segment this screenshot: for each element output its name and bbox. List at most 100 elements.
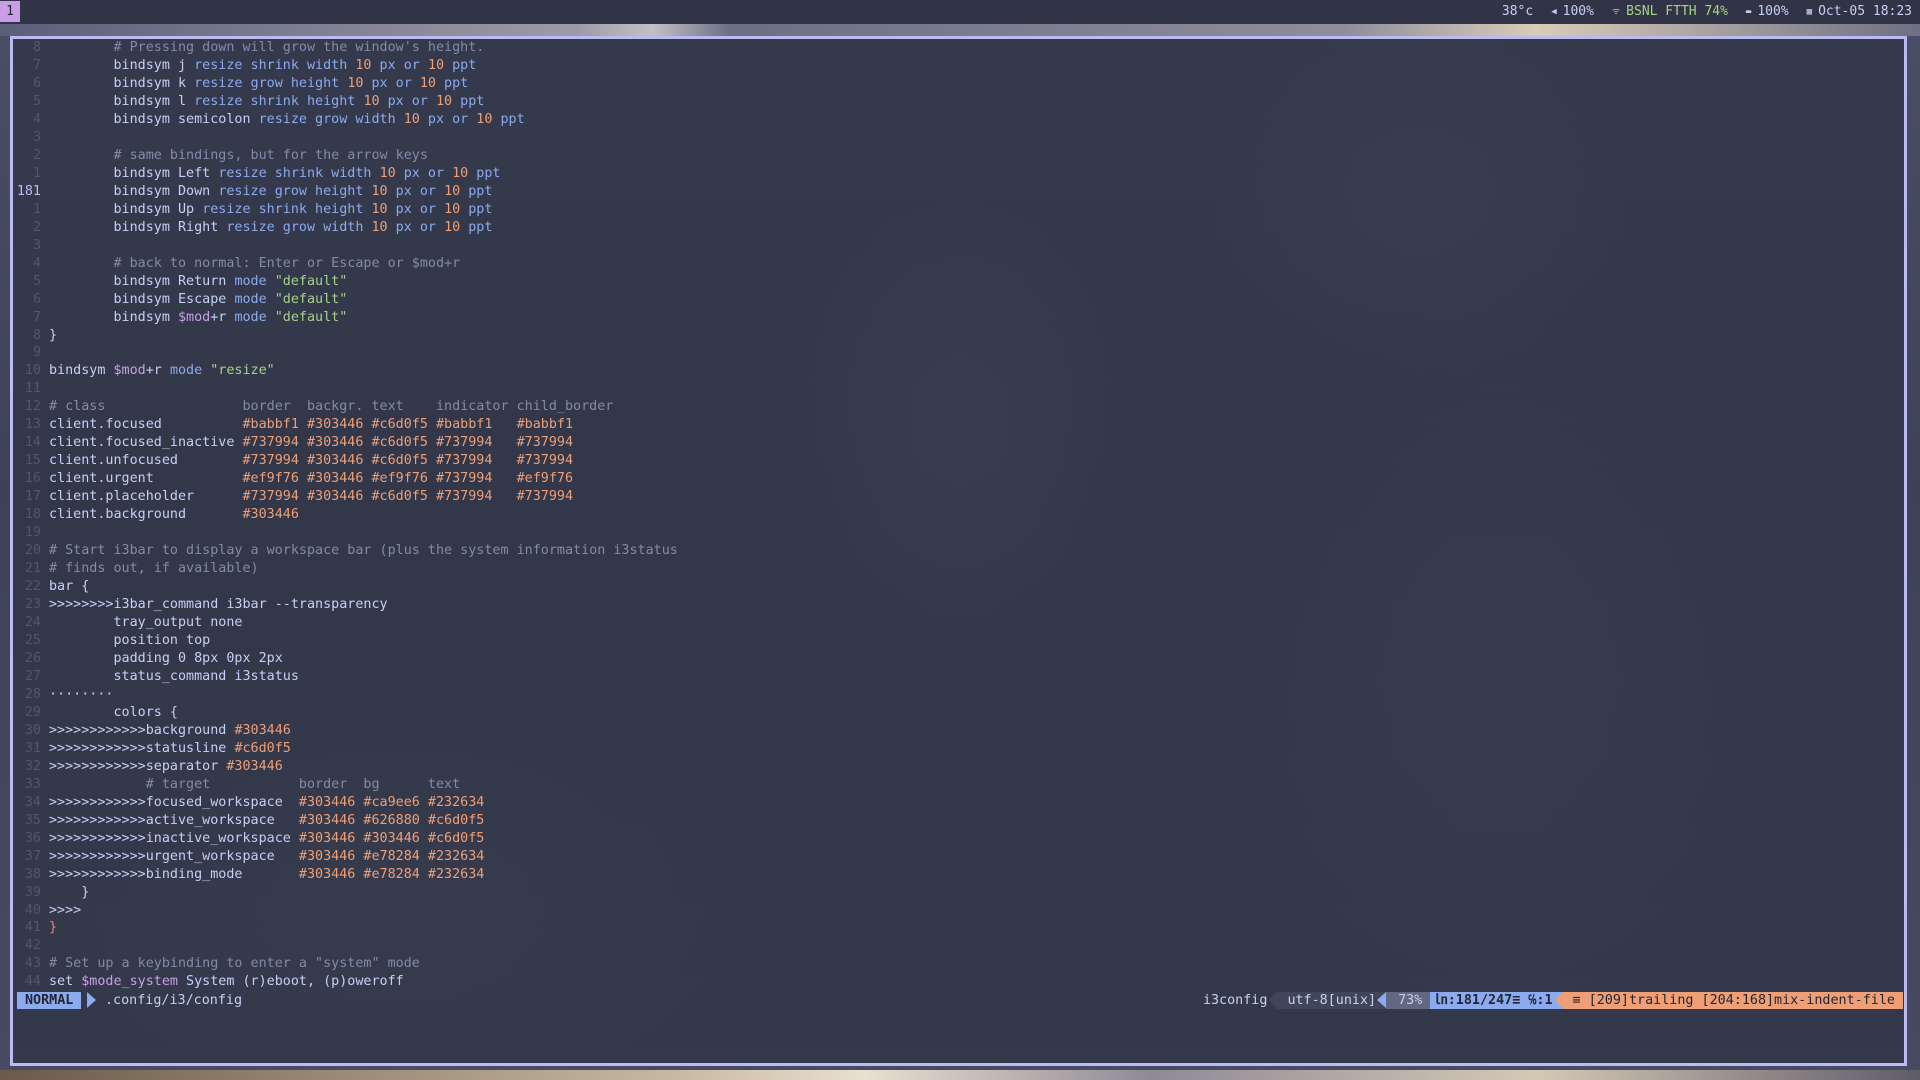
code-line[interactable]: 22 bar { [13,578,1904,596]
code-line[interactable]: 13 client.focused #babbf1 #303446 #c6d0f5… [13,416,1904,434]
line-text: # Pressing down will grow the window's h… [49,39,485,57]
code-line[interactable]: 29 colors { [13,704,1904,722]
code-line[interactable]: 4 bindsym semicolon resize grow width 10… [13,111,1904,129]
line-number: 9 [32,345,41,361]
code-line[interactable]: 7 bindsym j resize shrink width 10 px or… [13,57,1904,75]
code-token: "default" [274,309,348,325]
line-number: 6 [32,291,41,307]
code-line[interactable]: 24 tray_output none [13,614,1904,632]
code-line[interactable]: 40 >>>> [13,902,1904,920]
code-token: bindsym Escape [49,291,235,307]
code-line[interactable]: 36 >>>>>>>>>>>>inactive_workspace #303446… [13,830,1904,848]
code-line[interactable]: 6 bindsym Escape mode "default" [13,291,1904,309]
code-line[interactable]: 8 # Pressing down will grow the window's… [13,39,1904,57]
code-token: #c6d0f5 [234,740,291,756]
code-line[interactable]: 43 # Set up a keybinding to enter a "syst… [13,955,1904,973]
line-text: } [49,884,89,902]
code-token: #303446 [298,866,356,882]
code-line[interactable]: 5 bindsym l resize shrink height 10 px o… [13,93,1904,111]
code-line[interactable]: 41} [13,919,1904,937]
statusline-right: i3config utf-8[unix] 73% ㏑:181/247≡ ℅:1 … [1193,992,1903,1009]
code-line[interactable]: 35 >>>>>>>>>>>>active_workspace #303446 #… [13,812,1904,830]
code-token: bindsym Return [49,273,235,289]
code-line[interactable]: 181 bindsym Down resize grow height 10 p… [13,183,1904,201]
code-line[interactable]: 38 >>>>>>>>>>>>binding_mode #303446 #e782… [13,866,1904,884]
line-number: 1 [32,165,41,181]
code-line[interactable]: 1 bindsym Left resize shrink width 10 px… [13,165,1904,183]
code-line[interactable]: 26 padding 0 8px 0px 2px [13,650,1904,668]
code-token: "default" [274,291,348,307]
code-token: ppt [460,201,493,217]
code-line[interactable]: 23 >>>>>>>>i3bar_command i3bar --transpar… [13,596,1904,614]
code-token: >>>>>>>>>>>>separator [49,758,227,774]
code-token: #232634 [427,794,485,810]
code-line[interactable]: 2 bindsym Right resize grow width 10 px … [13,219,1904,237]
code-line[interactable]: 4 # back to normal: Enter or Escape or $… [13,255,1904,273]
workspace-button-1[interactable]: 1 [0,1,20,22]
code-line[interactable]: 25 position top [13,632,1904,650]
code-line[interactable]: 10 bindsym $mod+r mode "resize" [13,362,1904,380]
cursor-position: ㏑:181/247≡ ℅:1 [1430,992,1563,1009]
line-number: 23 [24,597,41,613]
code-line[interactable]: 27 status_command i3status [13,668,1904,686]
volume-status[interactable]: ◀ 100% [1551,0,1594,24]
line-number: 11 [24,381,41,397]
line-number: 5 [32,273,41,289]
line-number: 34 [24,794,41,810]
code-token: #303446 [306,435,364,451]
code-line[interactable]: 33 # target border bg text [13,776,1904,794]
line-number: 4 [32,111,41,127]
line-text: } [49,327,57,345]
code-line[interactable]: 20 # Start i3bar to display a workspace b… [13,542,1904,560]
code-line[interactable]: 17 client.placeholder #737994 #303446 #c6… [13,488,1904,506]
code-line[interactable]: 39 } [13,884,1904,902]
code-token: ppt [492,111,525,127]
code-token: ppt [468,165,501,181]
battery-value: 100% [1757,4,1789,19]
code-token: ppt [444,57,477,73]
code-token: "resize" [210,363,275,379]
whitespace-warning: ≡ [209]trailing [204:168]mix-indent-file [1554,992,1903,1009]
code-line[interactable]: 42 [13,937,1904,955]
code-line[interactable]: 28 ········ [13,686,1904,704]
code-line[interactable]: 16 client.urgent #ef9f76 #303446 #ef9f76 … [13,470,1904,488]
code-token: } [49,920,58,936]
code-line[interactable]: 12 # class border backgr. text indicator … [13,398,1904,416]
network-status[interactable]: ᯤ BSNL FTTH 74% [1612,0,1728,24]
code-token: "default" [274,273,348,289]
code-line[interactable]: 18 client.background #303446 [13,506,1904,524]
code-token: #737994 [242,435,299,451]
code-line[interactable]: 6 bindsym k resize grow height 10 px or … [13,75,1904,93]
code-line[interactable]: 3 [13,237,1904,255]
code-line[interactable]: 9 [13,344,1904,362]
code-line[interactable]: 30 >>>>>>>>>>>>background #303446 [13,722,1904,740]
code-token: #c6d0f5 [371,435,428,451]
code-line[interactable]: 34 >>>>>>>>>>>>focused_workspace #303446 … [13,794,1904,812]
code-line[interactable]: 15 client.unfocused #737994 #303446 #c6d0… [13,452,1904,470]
code-line[interactable]: 31 >>>>>>>>>>>>statusline #c6d0f5 [13,740,1904,758]
code-line[interactable]: 2 # same bindings, but for the arrow key… [13,147,1904,165]
code-line[interactable]: 1 bindsym Up resize shrink height 10 px … [13,201,1904,219]
code-line[interactable]: 21 # finds out, if available) [13,560,1904,578]
code-line[interactable]: 3 [13,129,1904,147]
clock-status[interactable]: ▦ Oct-05 18:23 [1807,0,1912,24]
code-line[interactable]: 5 bindsym Return mode "default" [13,273,1904,291]
terminal-window[interactable]: 8 # Pressing down will grow the window's… [10,36,1907,1066]
code-line[interactable]: 32 >>>>>>>>>>>>separator #303446 [13,758,1904,776]
code-line[interactable]: 37 >>>>>>>>>>>>urgent_workspace #303446 #… [13,848,1904,866]
code-token: # finds out, if available) [49,561,259,577]
code-line[interactable]: 8} [13,327,1904,345]
code-token: } [49,884,90,900]
vim-editor-buffer[interactable]: 8 # Pressing down will grow the window's… [13,39,1904,1032]
line-text: bindsym Right resize grow width 10 px or… [49,219,492,237]
code-line[interactable]: 7 bindsym $mod+r mode "default" [13,309,1904,327]
code-line[interactable]: 44 set $mode_system System (r)eboot, (p)o… [13,973,1904,991]
code-token: px or [363,75,420,91]
code-line[interactable]: 19 [13,524,1904,542]
line-text: >>>>>>>>i3bar_command i3bar --transparen… [49,596,388,614]
code-token: >>>>>>>>>>>>background [49,722,235,738]
code-line[interactable]: 11 [13,380,1904,398]
code-line[interactable]: 14 client.focused_inactive #737994 #30344… [13,434,1904,452]
